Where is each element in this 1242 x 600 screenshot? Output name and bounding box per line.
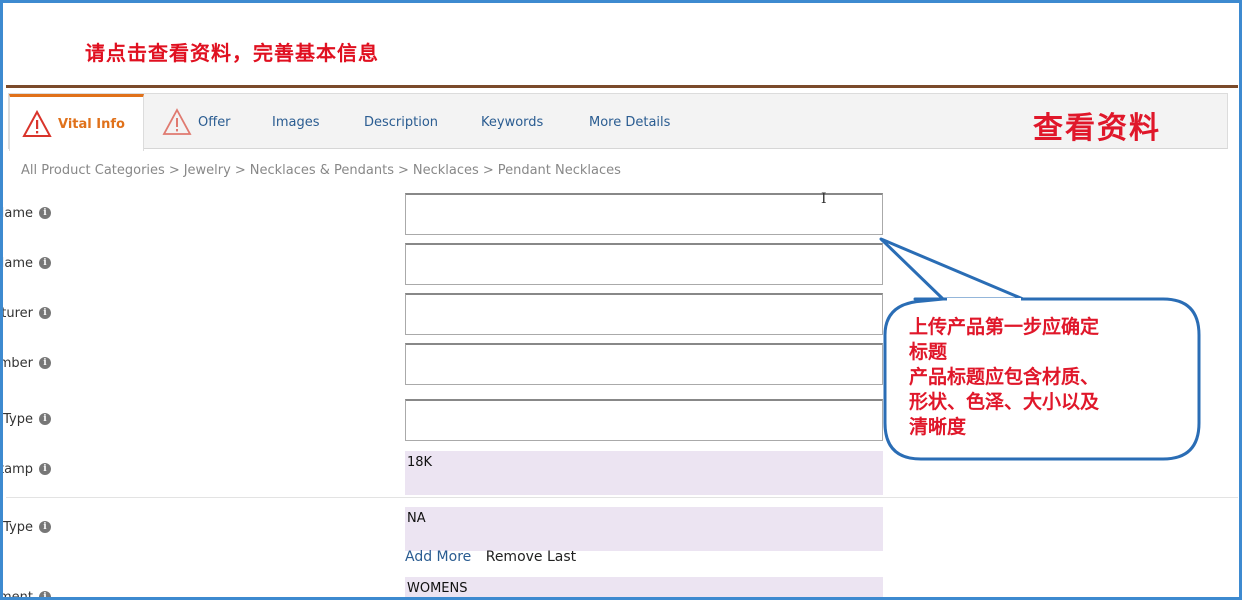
screenshot-frame: 请点击查看资料，完善基本信息 Vital Info Offer Images D… (0, 0, 1242, 600)
callout-line: 清晰度 (909, 416, 967, 438)
callout-line: 形状、色泽、大小以及 (909, 391, 1100, 413)
callout-line: 上传产品第一步应确定 (909, 316, 1100, 338)
callout-line: 标题 (909, 341, 948, 363)
callout-text: 上传产品第一步应确定 标题 产品标题应包含材质、 形状、色泽、大小以及 清晰度 (909, 315, 1179, 440)
callout-line: 产品标题应包含材质、 (909, 366, 1100, 388)
callout-bubble (879, 237, 1201, 461)
